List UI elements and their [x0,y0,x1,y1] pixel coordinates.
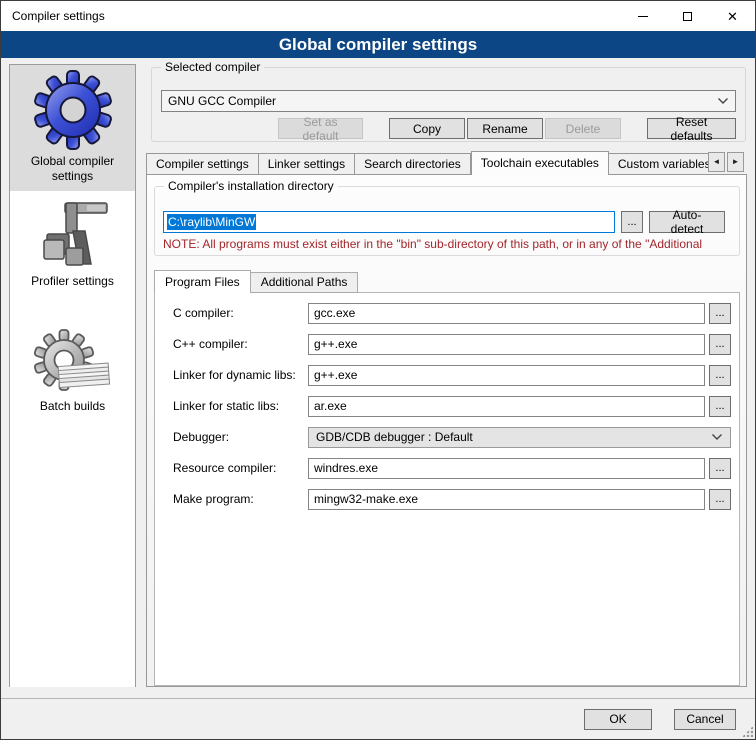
installation-directory-value: C:\raylib\MinGW [167,214,256,230]
installation-directory-group: Compiler's installation directory C:\ray… [154,186,740,256]
close-button[interactable]: ✕ [710,1,755,31]
chevron-down-icon [717,97,729,105]
delete-button[interactable]: Delete [545,118,621,139]
installation-directory-input[interactable]: C:\raylib\MinGW [163,211,615,233]
set-as-default-button[interactable]: Set as default [278,118,363,139]
cpp-compiler-browse-button[interactable]: ... [709,334,731,355]
toolchain-executables-panel: Compiler's installation directory C:\ray… [146,174,747,687]
tab-custom-variables[interactable]: Custom variables [609,153,708,175]
window-title: Compiler settings [1,9,105,23]
minimize-icon [638,16,648,17]
dynamic-linker-browse-button[interactable]: ... [709,365,731,386]
tab-linker-settings[interactable]: Linker settings [259,153,355,175]
make-program-row: Make program: ... [173,489,731,510]
resource-compiler-input[interactable] [308,458,705,479]
dynamic-linker-input[interactable] [308,365,705,386]
dynamic-linker-row: Linker for dynamic libs: ... [173,365,731,386]
subtab-program-files[interactable]: Program Files [154,270,251,293]
c-compiler-label: C compiler: [173,306,308,320]
sidebar-item-profiler-settings[interactable]: Profiler settings [10,193,135,296]
c-compiler-input[interactable] [308,303,705,324]
debugger-label: Debugger: [173,430,308,444]
dialog-footer: OK Cancel [1,698,755,739]
tab-scroll-controls: ◄ ► [708,152,744,172]
resize-grip[interactable] [742,726,753,737]
c-compiler-row: C compiler: ... [173,303,731,324]
static-linker-row: Linker for static libs: ... [173,396,731,417]
cpp-compiler-label: C++ compiler: [173,337,308,351]
installation-directory-browse-button[interactable]: ... [621,211,643,233]
compiler-select[interactable]: GNU GCC Compiler [161,90,736,112]
maximize-button[interactable] [665,1,710,31]
tab-toolchain-executables[interactable]: Toolchain executables [471,151,609,175]
gear-papers-icon [33,329,113,395]
resource-compiler-row: Resource compiler: ... [173,458,731,479]
maximize-icon [683,12,692,21]
compiler-buttons-row: Set as default Copy Rename Delete Reset … [161,118,736,139]
compiler-select-value: GNU GCC Compiler [168,94,717,108]
resource-compiler-label: Resource compiler: [173,461,308,475]
cpp-compiler-input[interactable] [308,334,705,355]
static-linker-label: Linker for static libs: [173,399,308,413]
sidebar-item-label: Profiler settings [31,274,114,289]
ok-button[interactable]: OK [584,709,652,730]
compiler-settings-dialog: Compiler settings ✕ Global compiler sett… [0,0,756,740]
settings-tabs: Compiler settings Linker settings Search… [146,151,747,175]
static-linker-input[interactable] [308,396,705,417]
subtab-additional-paths[interactable]: Additional Paths [251,272,359,293]
program-files-page: C compiler: ... C++ compiler: ... Linker… [154,292,740,686]
debugger-row: Debugger: GDB/CDB debugger : Default [173,427,731,448]
close-icon: ✕ [727,10,738,23]
selected-compiler-group: Selected compiler GNU GCC Compiler Set a… [151,67,746,142]
caliper-icon [35,198,111,270]
debugger-select[interactable]: GDB/CDB debugger : Default [308,427,731,448]
sidebar-item-label: Batch builds [40,399,105,414]
window-controls: ✕ [620,1,755,31]
sidebar-item-batch-builds[interactable]: Batch builds [10,324,135,421]
make-program-input[interactable] [308,489,705,510]
sidebar-item-global-compiler-settings[interactable]: Global compiler settings [10,65,135,191]
dynamic-linker-label: Linker for dynamic libs: [173,368,308,382]
page-title: Global compiler settings [1,31,755,58]
bin-subdirectory-note: NOTE: All programs must exist either in … [163,237,731,251]
selected-compiler-group-label: Selected compiler [161,60,264,74]
installation-directory-label: Compiler's installation directory [164,179,338,193]
static-linker-browse-button[interactable]: ... [709,396,731,417]
minimize-button[interactable] [620,1,665,31]
cpp-compiler-row: C++ compiler: ... [173,334,731,355]
resource-compiler-browse-button[interactable]: ... [709,458,731,479]
tab-compiler-settings[interactable]: Compiler settings [146,153,259,175]
reset-defaults-button[interactable]: Reset defaults [647,118,736,139]
gear-icon [33,70,113,150]
tabs-strip: Compiler settings Linker settings Search… [146,151,708,175]
tab-scroll-left-button[interactable]: ◄ [708,152,725,172]
rename-button[interactable]: Rename [467,118,543,139]
sidebar-item-label: Global compiler settings [12,154,133,184]
tab-search-directories[interactable]: Search directories [355,153,471,175]
settings-category-sidebar: Global compiler settings [9,64,136,687]
copy-button[interactable]: Copy [389,118,465,139]
auto-detect-button[interactable]: Auto-detect [649,211,725,233]
cancel-button[interactable]: Cancel [674,709,736,730]
debugger-select-value: GDB/CDB debugger : Default [316,430,711,444]
tab-scroll-right-button[interactable]: ► [727,152,744,172]
program-subtabs: Program Files Additional Paths [154,270,740,293]
chevron-down-icon [711,433,723,441]
titlebar: Compiler settings ✕ [1,1,755,31]
make-program-browse-button[interactable]: ... [709,489,731,510]
make-program-label: Make program: [173,492,308,506]
c-compiler-browse-button[interactable]: ... [709,303,731,324]
